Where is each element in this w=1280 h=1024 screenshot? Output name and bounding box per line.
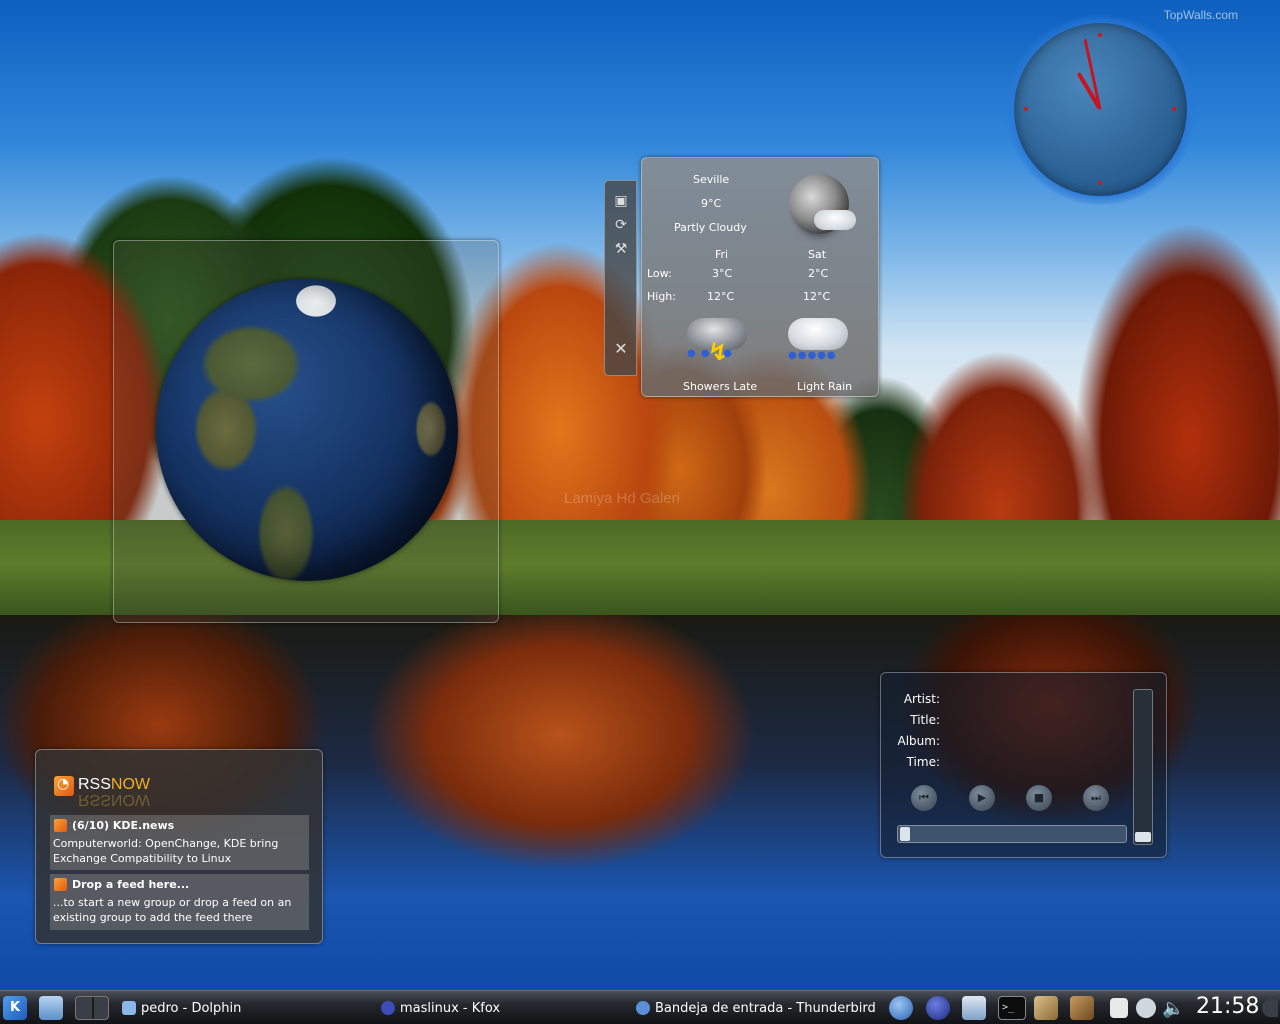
drop-feed-hint: ...to start a new group or drop a feed o… <box>53 896 292 924</box>
globe-widget[interactable] <box>113 240 499 623</box>
package-icon <box>1034 996 1058 1020</box>
forecast-high-2: 12°C <box>803 290 831 303</box>
clock-tick-12 <box>1098 33 1102 37</box>
feed-title[interactable]: (6/10) KDE.news <box>72 819 174 832</box>
rss-feed-icon <box>54 776 74 796</box>
clipboard-icon <box>1110 998 1128 1018</box>
forecast-low-1: 3°C <box>712 267 733 280</box>
next-icon[interactable]: ⏭ <box>1083 785 1109 811</box>
feed-headline[interactable]: Computerworld: OpenChange, KDE bring Exc… <box>53 836 307 866</box>
forecast-day-2: Sat <box>808 248 827 261</box>
wallpaper-center-watermark: Lamiya Hd Galeri <box>564 490 680 507</box>
kde-menu-button[interactable]: K <box>3 991 27 1024</box>
clock-tick-3 <box>1172 107 1176 111</box>
show-desktop-button[interactable] <box>39 991 63 1024</box>
album-label: Album: <box>897 734 941 748</box>
analog-clock[interactable] <box>1014 23 1187 196</box>
weather-city: Seville <box>693 173 730 186</box>
clock-tick-6 <box>1098 181 1102 185</box>
light-rain-drops-icon: ●●●●● <box>788 350 837 361</box>
launcher-gnu[interactable] <box>1070 991 1094 1024</box>
seek-slider[interactable] <box>897 825 1127 843</box>
now-playing-widget[interactable]: Artist: Title: Album: Time: ⏮ ▶ ■ ⏭ <box>880 672 1167 858</box>
image-icon[interactable]: ▣ <box>613 193 629 209</box>
network-icon <box>1136 998 1156 1018</box>
weather-widget[interactable]: Seville 9°C Partly Cloudy Fri Sat Low: 3… <box>641 157 879 397</box>
speaker-icon: 🔈 <box>1162 997 1185 1019</box>
file-manager-icon <box>962 996 986 1020</box>
gnu-icon <box>1070 996 1094 1020</box>
rss-now-widget[interactable]: RSSNOW RSSNOW (6/10) KDE.news Computerwo… <box>35 749 323 944</box>
seek-slider-handle[interactable] <box>900 827 910 841</box>
rss-item-icon <box>54 878 67 891</box>
launcher-package-manager[interactable] <box>1034 991 1058 1024</box>
task-kfox[interactable]: maslinux - Kfox <box>381 991 500 1024</box>
tray-network[interactable] <box>1136 991 1156 1024</box>
title-label: Title: <box>910 713 940 727</box>
weather-condition: Partly Cloudy <box>674 221 747 234</box>
high-label: High: <box>647 290 676 303</box>
forecast-day-1: Fri <box>715 248 729 261</box>
kde-logo-icon: K <box>3 996 27 1020</box>
time-label: Time: <box>906 755 940 769</box>
launcher-file-manager[interactable] <box>962 991 986 1024</box>
stop-icon[interactable]: ■ <box>1026 785 1052 811</box>
panel-toolbox[interactable] <box>1262 991 1278 1024</box>
rss-drop-target[interactable]: Drop a feed here... ...to start a new gr… <box>50 874 309 930</box>
thunderbird-launcher-icon <box>889 996 913 1020</box>
task-thunderbird[interactable]: Bandeja de entrada - Thunderbird <box>636 991 876 1024</box>
dolphin-icon <box>122 1001 136 1015</box>
weather-temperature: 9°C <box>701 197 722 210</box>
artist-label: Artist: <box>903 692 940 706</box>
wallpaper-watermark: TopWalls.com <box>1163 8 1238 22</box>
low-label: Low: <box>647 267 672 280</box>
tray-volume[interactable]: 🔈 <box>1162 991 1184 1024</box>
forecast-text-2: Light Rain <box>797 380 853 393</box>
forecast-text-1: Showers Late <box>683 380 758 393</box>
clock-tick-9 <box>1024 107 1028 111</box>
launcher-terminal[interactable]: >_ <box>998 991 1026 1024</box>
kfox-icon <box>381 1001 395 1015</box>
virtual-desktop-pager-icon <box>75 996 109 1020</box>
drop-feed-title: Drop a feed here... <box>72 878 190 891</box>
forecast-high-1: 12°C <box>707 290 735 303</box>
rss-now-logo-reflection: RSSNOW <box>78 791 151 808</box>
close-icon[interactable]: ✕ <box>613 341 629 357</box>
rss-feed-item[interactable]: (6/10) KDE.news Computerworld: OpenChang… <box>50 815 309 870</box>
moon-cloud-icon <box>814 210 856 230</box>
tray-clipboard[interactable] <box>1110 991 1128 1024</box>
desktop-icon <box>39 996 63 1020</box>
volume-slider[interactable] <box>1133 689 1153 845</box>
terminal-icon: >_ <box>998 996 1026 1020</box>
play-icon[interactable]: ▶ <box>969 785 995 811</box>
task-label: pedro - Dolphin <box>141 1000 242 1016</box>
wrench-icon[interactable]: ⚒ <box>613 241 629 257</box>
weather-widget-handle[interactable]: ▣ ⟳ ⚒ ✕ <box>604 180 637 376</box>
rss-item-icon <box>54 819 67 832</box>
launcher-thunderbird[interactable] <box>889 991 913 1024</box>
task-label: Bandeja de entrada - Thunderbird <box>655 1000 876 1016</box>
forecast-low-2: 2°C <box>808 267 829 280</box>
pager[interactable] <box>75 991 109 1024</box>
previous-icon[interactable]: ⏮ <box>911 785 937 811</box>
earth-globe[interactable] <box>156 279 458 581</box>
taskbar: K pedro - Dolphin maslinux - Kfox Bandej… <box>0 990 1280 1024</box>
launcher-kfox[interactable] <box>926 991 950 1024</box>
task-dolphin[interactable]: pedro - Dolphin <box>122 991 241 1024</box>
refresh-icon[interactable]: ⟳ <box>613 217 629 233</box>
task-label: maslinux - Kfox <box>400 1000 501 1016</box>
light-rain-icon <box>788 318 848 350</box>
panel-toolbox-icon <box>1262 999 1278 1017</box>
taskbar-clock[interactable]: 21:58 <box>1196 994 1259 1019</box>
thunderbird-icon <box>636 1001 650 1015</box>
volume-slider-handle[interactable] <box>1135 832 1151 842</box>
kfox-launcher-icon <box>926 996 950 1020</box>
rain-drops-icon: ● ● ● <box>687 348 733 359</box>
